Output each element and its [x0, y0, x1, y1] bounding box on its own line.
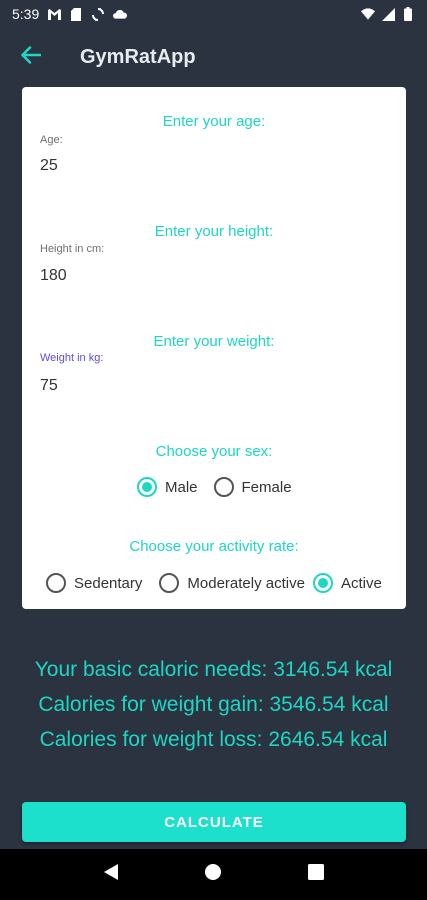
active-label: Active [340, 574, 382, 592]
status-right [361, 7, 415, 21]
sedentary-label: Sedentary [74, 574, 143, 592]
triangle-back-icon [103, 863, 119, 886]
nav-home-button[interactable] [201, 863, 225, 887]
age-section-title: Enter your age: [162, 113, 266, 130]
sex-option-male[interactable]: Male [137, 477, 198, 497]
circle-home-icon [204, 863, 222, 886]
square-recents-icon [307, 864, 324, 885]
age-label: Age: [40, 134, 63, 146]
sim-icon [69, 7, 83, 21]
battery-icon [401, 7, 415, 21]
height-section-title: Enter your height: [154, 223, 274, 240]
back-button[interactable] [18, 44, 44, 70]
activity-option-moderately-active[interactable]: Moderately active [159, 573, 305, 593]
moderately-active-label: Moderately active [187, 574, 305, 592]
app-bar: GymRatApp [0, 28, 427, 86]
sedentary-radio-button[interactable] [46, 573, 66, 593]
weight-loss-calories-text: Calories for weight loss: 2646.54 kcal [39, 728, 388, 751]
age-input[interactable] [40, 157, 380, 175]
nav-back-button[interactable] [99, 863, 123, 887]
height-label: Height in cm: [40, 243, 105, 255]
signal-icon [381, 7, 395, 21]
status-left: 5:39 [12, 6, 128, 22]
weight-gain-calories-text: Calories for weight gain: 3546.54 kcal [38, 693, 389, 716]
female-radio-button[interactable] [213, 477, 234, 497]
weight-input[interactable] [40, 377, 380, 395]
system-nav-bar [0, 849, 427, 900]
activity-radio-group: Sedentary Moderately active Active [46, 573, 382, 593]
activity-option-sedentary[interactable]: Sedentary [46, 573, 142, 593]
sync-icon [91, 7, 105, 21]
male-radio-button[interactable] [137, 477, 157, 497]
sex-option-female[interactable]: Female [213, 477, 292, 497]
moderately-active-radio-button[interactable] [159, 573, 180, 593]
weight-label: Weight in kg: [40, 352, 104, 364]
form-card: Enter your age: Age: Enter your height: … [22, 87, 406, 609]
cloud-icon [113, 7, 128, 21]
sex-section-title: Choose your sex: [155, 443, 273, 460]
male-label: Male [165, 478, 198, 496]
status-bar: 5:39 [0, 0, 427, 28]
wifi-icon [361, 7, 375, 21]
arrow-left-icon [21, 45, 42, 69]
basic-caloric-needs-text: Your basic caloric needs: 3146.54 kcal [34, 658, 393, 681]
female-label: Female [241, 478, 292, 496]
activity-option-active[interactable]: Active [312, 573, 382, 593]
calculate-button[interactable]: CALCULATE [22, 802, 406, 842]
active-radio-button[interactable] [312, 573, 333, 593]
sex-radio-group: Male Female [137, 477, 292, 497]
status-time: 5:39 [12, 6, 40, 22]
nav-recents-button[interactable] [304, 863, 328, 887]
weight-section-title: Enter your weight: [153, 333, 275, 350]
height-input[interactable] [40, 267, 380, 285]
activity-section-title: Choose your activity rate: [129, 538, 299, 555]
gmail-icon [47, 7, 61, 21]
app-title: GymRatApp [80, 46, 196, 68]
